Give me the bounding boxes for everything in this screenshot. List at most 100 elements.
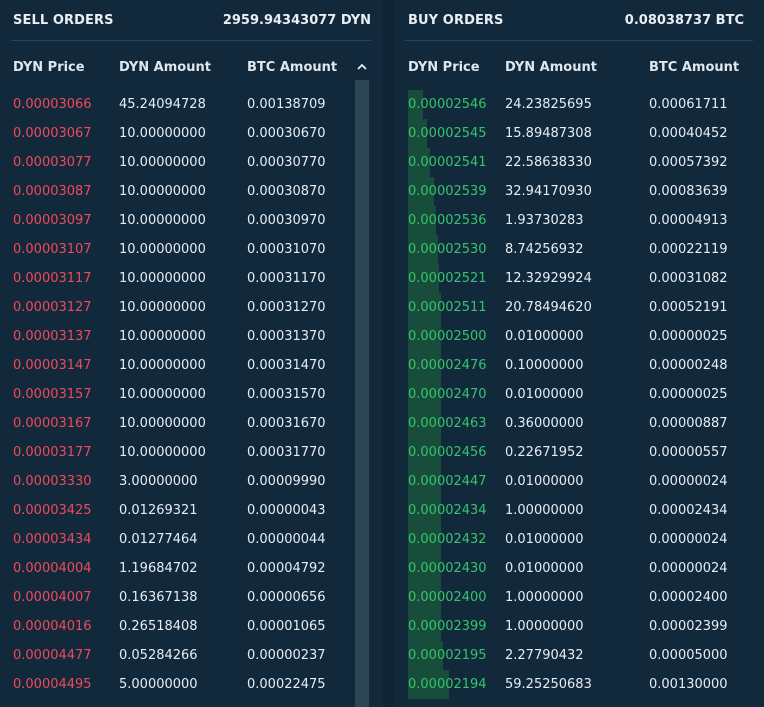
buy-order-price: 0.00002463 <box>408 416 487 431</box>
sell-order-price: 0.00003330 <box>13 474 92 489</box>
sell-order-row[interactable]: 0.00004016 0.26518408 0.00001065 <box>0 612 383 641</box>
sell-order-price: 0.00004477 <box>13 648 92 663</box>
buy-order-row[interactable]: 0.00002545 15.89487308 0.00040452 <box>394 119 764 148</box>
sell-order-price: 0.00003067 <box>13 126 92 141</box>
buy-order-row[interactable]: 0.00002399 1.00000000 0.00002399 <box>394 612 764 641</box>
sell-order-row[interactable]: 0.00003097 10.00000000 0.00030970 <box>0 206 383 235</box>
buy-order-row[interactable]: 0.00002434 1.00000000 0.00002434 <box>394 496 764 525</box>
buy-order-row[interactable]: 0.00002447 0.01000000 0.00000024 <box>394 467 764 496</box>
buy-order-price: 0.00002470 <box>408 387 487 402</box>
buy-order-row[interactable]: 0.00002476 0.10000000 0.00000248 <box>394 351 764 380</box>
buy-order-row[interactable]: 0.00002195 2.27790432 0.00005000 <box>394 641 764 670</box>
buy-order-price: 0.00002530 <box>408 242 487 257</box>
buy-order-row[interactable]: 0.00002530 8.74256932 0.00022119 <box>394 235 764 264</box>
buy-order-amount: 0.01000000 <box>505 561 584 576</box>
sell-order-price: 0.00003137 <box>13 329 92 344</box>
sell-order-row[interactable]: 0.00003147 10.00000000 0.00031470 <box>0 351 383 380</box>
sell-order-btc: 0.00031770 <box>247 445 326 460</box>
sell-order-amount: 0.26518408 <box>119 619 198 634</box>
sell-col-amount[interactable]: DYN Amount <box>119 60 211 75</box>
sell-order-amount: 10.00000000 <box>119 358 206 373</box>
buy-order-price: 0.00002511 <box>408 300 487 315</box>
buy-col-amount[interactable]: DYN Amount <box>505 60 597 75</box>
buy-order-row[interactable]: 0.00002432 0.01000000 0.00000024 <box>394 525 764 554</box>
buy-order-btc: 0.00083639 <box>649 184 728 199</box>
sell-col-price[interactable]: DYN Price <box>13 60 85 75</box>
sell-order-amount: 10.00000000 <box>119 416 206 431</box>
sell-order-row[interactable]: 0.00003137 10.00000000 0.00031370 <box>0 322 383 351</box>
buy-order-amount: 12.32929924 <box>505 271 592 286</box>
sell-orders-list: 0.00003066 45.24094728 0.00138709 0.0000306… <box>0 90 383 699</box>
sell-header-divider <box>11 40 372 41</box>
buy-order-btc: 0.00040452 <box>649 126 728 141</box>
sell-order-row[interactable]: 0.00003077 10.00000000 0.00030770 <box>0 148 383 177</box>
sell-order-row[interactable]: 0.00003425 0.01269321 0.00000043 <box>0 496 383 525</box>
sell-order-row[interactable]: 0.00004477 0.05284266 0.00000237 <box>0 641 383 670</box>
sell-order-row[interactable]: 0.00003107 10.00000000 0.00031070 <box>0 235 383 264</box>
buy-order-amount: 0.01000000 <box>505 387 584 402</box>
sell-order-row[interactable]: 0.00003127 10.00000000 0.00031270 <box>0 293 383 322</box>
buy-order-amount: 0.10000000 <box>505 358 584 373</box>
sell-order-amount: 3.00000000 <box>119 474 198 489</box>
sell-order-btc: 0.00000237 <box>247 648 326 663</box>
sell-order-row[interactable]: 0.00004495 5.00000000 0.00022475 <box>0 670 383 699</box>
buy-order-price: 0.00002456 <box>408 445 487 460</box>
sell-order-row[interactable]: 0.00003177 10.00000000 0.00031770 <box>0 438 383 467</box>
buy-order-row[interactable]: 0.00002511 20.78494620 0.00052191 <box>394 293 764 322</box>
sell-order-amount: 0.05284266 <box>119 648 198 663</box>
sell-order-row[interactable]: 0.00003167 10.00000000 0.00031670 <box>0 409 383 438</box>
sell-order-price: 0.00003157 <box>13 387 92 402</box>
sell-order-btc: 0.00030670 <box>247 126 326 141</box>
sell-order-amount: 10.00000000 <box>119 213 206 228</box>
sell-order-row[interactable]: 0.00003087 10.00000000 0.00030870 <box>0 177 383 206</box>
buy-order-btc: 0.00000887 <box>649 416 728 431</box>
buy-col-price[interactable]: DYN Price <box>408 60 480 75</box>
sell-order-btc: 0.00000043 <box>247 503 326 518</box>
buy-col-btc[interactable]: BTC Amount <box>649 60 739 75</box>
sell-order-row[interactable]: 0.00004007 0.16367138 0.00000656 <box>0 583 383 612</box>
buy-order-row[interactable]: 0.00002456 0.22671952 0.00000557 <box>394 438 764 467</box>
sell-order-btc: 0.00031270 <box>247 300 326 315</box>
chevron-up-icon[interactable] <box>355 60 369 78</box>
buy-order-btc: 0.00057392 <box>649 155 728 170</box>
sell-orders-panel: SELL ORDERS 2959.94343077 DYN DYN Price … <box>0 0 383 707</box>
sell-order-price: 0.00004495 <box>13 677 92 692</box>
buy-order-amount: 1.00000000 <box>505 503 584 518</box>
buy-order-row[interactable]: 0.00002521 12.32929924 0.00031082 <box>394 264 764 293</box>
buy-order-row[interactable]: 0.00002400 1.00000000 0.00002400 <box>394 583 764 612</box>
buy-order-row[interactable]: 0.00002430 0.01000000 0.00000024 <box>394 554 764 583</box>
sell-order-row[interactable]: 0.00003117 10.00000000 0.00031170 <box>0 264 383 293</box>
buy-order-row[interactable]: 0.00002500 0.01000000 0.00000025 <box>394 322 764 351</box>
sell-orders-header: SELL ORDERS 2959.94343077 DYN <box>13 8 371 38</box>
buy-order-price: 0.00002430 <box>408 561 487 576</box>
buy-order-row[interactable]: 0.00002463 0.36000000 0.00000887 <box>394 409 764 438</box>
sell-order-row[interactable]: 0.00003330 3.00000000 0.00009990 <box>0 467 383 496</box>
buy-order-btc: 0.00000025 <box>649 329 728 344</box>
buy-order-amount: 1.00000000 <box>505 619 584 634</box>
sell-order-row[interactable]: 0.00004004 1.19684702 0.00004792 <box>0 554 383 583</box>
buy-order-row[interactable]: 0.00002194 59.25250683 0.00130000 <box>394 670 764 699</box>
buy-order-row[interactable]: 0.00002541 22.58638330 0.00057392 <box>394 148 764 177</box>
sell-order-price: 0.00003434 <box>13 532 92 547</box>
buy-order-btc: 0.00002434 <box>649 503 728 518</box>
sell-order-row[interactable]: 0.00003067 10.00000000 0.00030670 <box>0 119 383 148</box>
buy-header-divider <box>405 40 753 41</box>
sell-order-btc: 0.00031570 <box>247 387 326 402</box>
buy-order-price: 0.00002539 <box>408 184 487 199</box>
buy-order-row[interactable]: 0.00002546 24.23825695 0.00061711 <box>394 90 764 119</box>
sell-order-amount: 10.00000000 <box>119 184 206 199</box>
sell-order-btc: 0.00022475 <box>247 677 326 692</box>
sell-order-row[interactable]: 0.00003157 10.00000000 0.00031570 <box>0 380 383 409</box>
sell-col-btc[interactable]: BTC Amount <box>247 60 337 75</box>
buy-order-price: 0.00002541 <box>408 155 487 170</box>
sell-order-row[interactable]: 0.00003066 45.24094728 0.00138709 <box>0 90 383 119</box>
sell-order-row[interactable]: 0.00003434 0.01277464 0.00000044 <box>0 525 383 554</box>
buy-order-row[interactable]: 0.00002539 32.94170930 0.00083639 <box>394 177 764 206</box>
buy-order-price: 0.00002194 <box>408 677 487 692</box>
sell-order-btc: 0.00031470 <box>247 358 326 373</box>
buy-order-row[interactable]: 0.00002536 1.93730283 0.00004913 <box>394 206 764 235</box>
buy-order-price: 0.00002545 <box>408 126 487 141</box>
buy-order-row[interactable]: 0.00002470 0.01000000 0.00000025 <box>394 380 764 409</box>
sell-order-amount: 1.19684702 <box>119 561 198 576</box>
buy-order-amount: 20.78494620 <box>505 300 592 315</box>
